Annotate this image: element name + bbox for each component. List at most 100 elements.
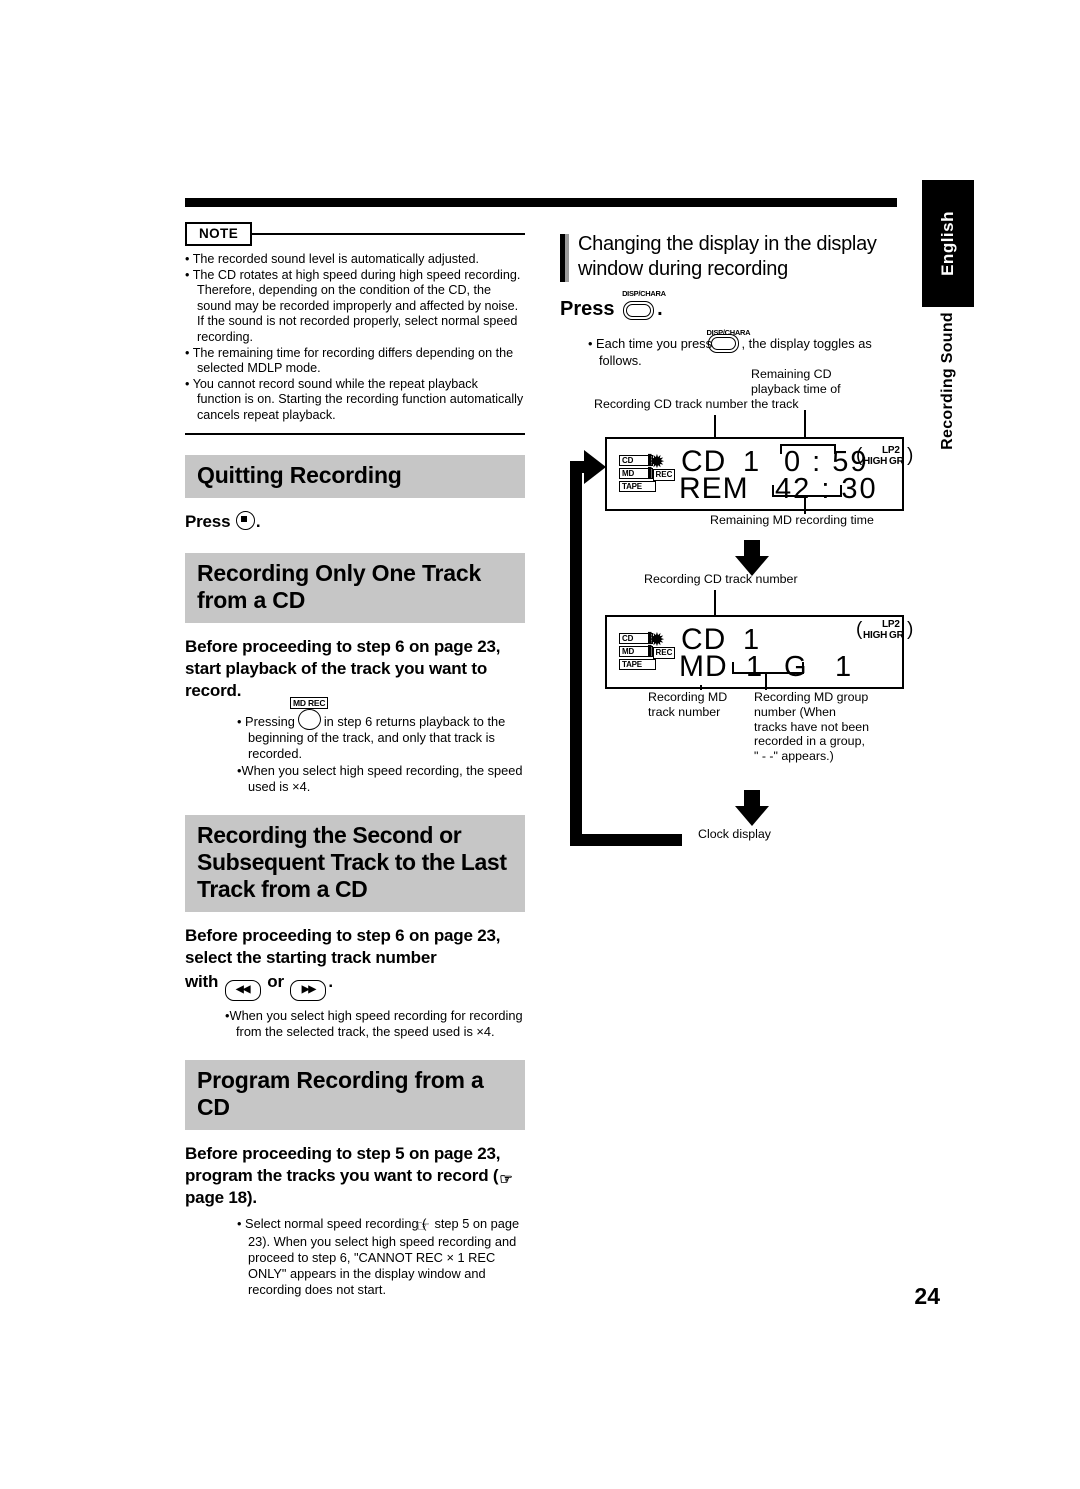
instruction-quitting-recording: Press . [185,510,525,533]
note-box: NOTE The recorded sound level is automat… [185,222,525,435]
lcd-display-1: CD MD TAPE ▌ ▌ REC ✹ CD 1 0 : 59 REM 42 … [605,437,913,511]
section-heading-quitting-recording: Quitting Recording [185,454,525,498]
pointing-hand-icon: ☞ [416,1217,430,1235]
label-remaining-cd-playback-time: Remaining CD playback time of the track [751,367,841,411]
display-flow-diagram: Recording CD track number Remaining CD p… [560,360,980,870]
recording-burst-icon: ✹ [649,451,665,473]
press-label: Press [560,298,615,320]
instruction-line2-after: page 18). [185,1187,257,1207]
disp-chara-button-icon [707,334,739,353]
label-recording-md-track-number: Recording MD track number [648,690,728,719]
note-rule-bottom [185,432,525,435]
language-tab: English [922,180,974,307]
label-recording-cd-track-number-2: Recording CD track number [644,572,798,586]
note-header: NOTE [185,222,525,246]
mode-paren-left: ( [856,445,863,466]
md-rec-tag: MD REC [290,696,329,709]
disp-chara-button-icon [623,301,655,320]
page-number: 24 [914,1283,940,1309]
loop-back-arrow-head [584,450,606,484]
disp-chara-tag: DISP/CHARA [622,289,666,298]
bullet-list-program-recording: Select normal speed recording (☞ step 5 … [237,1216,525,1298]
instruction-line1: Before proceeding to step 6 on page 23, … [185,925,501,967]
recording-burst-icon: ✹ [649,629,665,651]
section-heading-program-recording: Program Recording from a CD [185,1059,525,1130]
left-column: NOTE The recorded sound level is automat… [185,222,525,1299]
label-recording-cd-track-number-1: Recording CD track number [594,397,748,411]
bullet-item: When you select high speed recording, th… [237,763,525,795]
indicator-tape: TAPE [619,481,656,492]
mode-high: HIGH [863,630,888,641]
bullet-text-continued: When you select high speed recording and… [248,1233,517,1297]
manual-page: English Recording Sound NOTE The recorde… [0,0,1080,1489]
with-label: with [185,971,219,991]
or-label: or [267,971,284,991]
press-label: Press [185,511,231,531]
lcd2-group-number: 1 [835,651,852,683]
note-list: The recorded sound level is automaticall… [185,252,525,424]
right-heading-text: Changing the display in the display wind… [578,233,877,280]
loop-back-horizontal [570,834,682,846]
mode-paren-right: ) [907,445,914,466]
leader-line [804,495,806,514]
instruction-line2-before: record ( [436,1165,499,1185]
leader-line [714,590,716,615]
note-item: The remaining time for recording differs… [185,346,525,377]
label-clock-display: Clock display [698,827,771,841]
language-tab-label: English [938,211,957,276]
instruction-program-recording: Before proceeding to step 5 on page 23, … [185,1143,525,1209]
label-remaining-md-recording-time: Remaining MD recording time [710,513,874,527]
lcd1-row2-label: REM [679,472,749,505]
section-heading-second-track: Recording the Second or Subsequent Track… [185,814,525,912]
top-rule [185,198,897,207]
label-recording-md-group-number: Recording MD group number (When tracks h… [754,690,870,764]
mode-paren-right: ) [907,619,914,640]
note-item: The CD rotates at high speed during high… [185,268,525,346]
leader-line [714,415,716,437]
leader-line [765,672,767,690]
arrow-head [735,806,769,826]
skip-back-button-icon: ◀◀ [224,979,261,1001]
source-indicator-block-1: CD MD TAPE ▌ ▌ REC ✹ [619,451,675,497]
source-indicator-block-2: CD MD TAPE ▌ ▌ REC ✹ [619,629,675,675]
skip-forward-button-icon: ▶▶ [290,979,327,1001]
mode-lp2: LP2 [882,445,900,456]
period: . [255,511,261,531]
flow-arrow-1 [735,540,769,576]
section-heading-one-track: Recording Only One Track from a CD [185,552,525,623]
bullet-list-second-track: When you select high speed recording for… [225,1008,525,1040]
bullet-text-before: Pressing [245,713,295,729]
mode-gr: GR [889,630,904,641]
instruction-second-track: Before proceeding to step 6 on page 23, … [185,925,525,1001]
heading-bar [560,234,569,282]
period: . [328,971,333,991]
bracket-remaining-cd [780,444,836,454]
bracket-md-group [732,662,804,674]
lcd-display-2: CD MD TAPE ▌ ▌ REC ✹ CD 1 MD 1 G 1 ( LP2… [605,615,913,689]
leader-line [804,410,806,437]
pointing-hand-icon: ☞ [499,1170,513,1188]
note-rule [250,233,525,235]
bullet-item: Pressingin step 6 returns playback to th… [237,708,525,762]
right-column-heading: Changing the display in the display wind… [560,232,905,282]
bullet-item: Select normal speed recording (☞ step 5 … [237,1216,525,1298]
lcd2-row2-label: MD [679,650,728,683]
bullet-list-one-track: MD REC Pressingin step 6 returns playbac… [237,696,525,795]
period: . [657,298,663,320]
bracket-remaining-md [772,485,842,497]
stop-button-icon [235,510,255,530]
bullet-text-before: Select normal speed recording ( [245,1215,427,1231]
loop-back-vertical [570,461,582,846]
indicator-tape: TAPE [619,659,656,670]
mode-gr: GR [889,456,904,467]
note-item: You cannot record sound while the repeat… [185,377,525,424]
flow-arrow-2 [735,790,769,826]
instruction-one-track: Before proceeding to step 6 on page 23, … [185,636,501,700]
md-rec-button-icon [297,708,321,730]
note-badge: NOTE [185,222,253,246]
press-disp-chara-instruction: Press DISP/CHARA . [560,289,905,326]
right-column: Changing the display in the display wind… [560,232,905,370]
mode-lp2: LP2 [882,619,900,630]
note-item: The recorded sound level is automaticall… [185,252,525,268]
mode-paren-left: ( [856,619,863,640]
